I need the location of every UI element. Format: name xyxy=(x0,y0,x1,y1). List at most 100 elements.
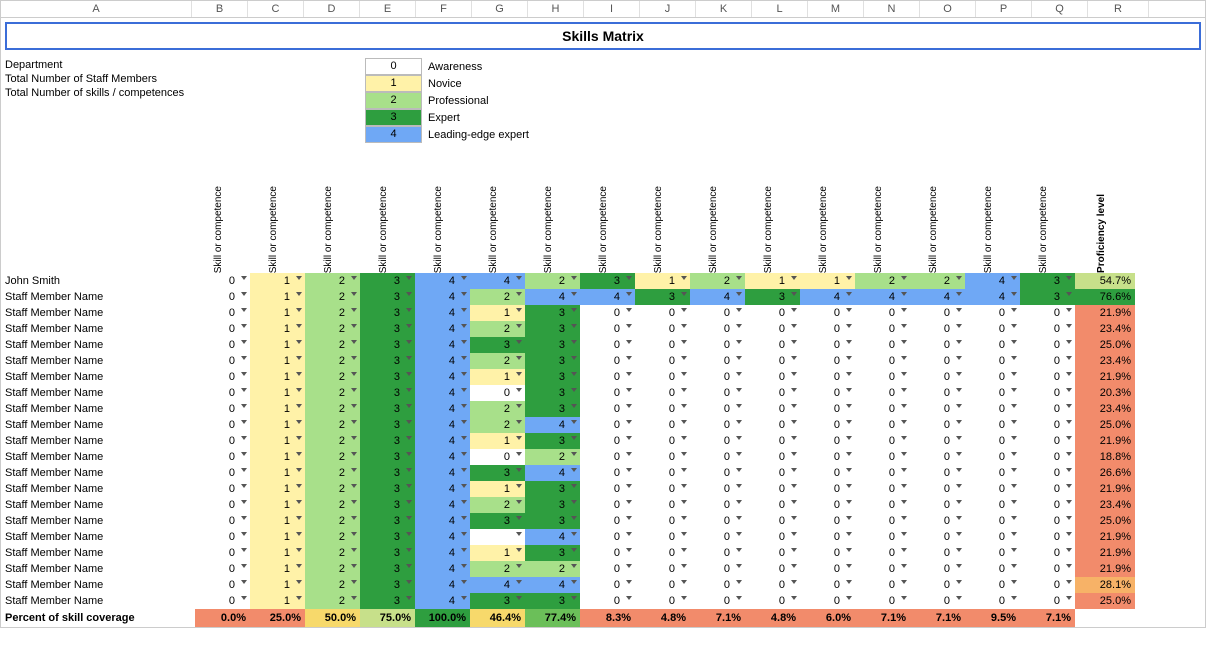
skill-cell[interactable]: 2 xyxy=(470,497,525,513)
skill-cell[interactable]: 2 xyxy=(305,353,360,369)
skill-cell[interactable]: 0 xyxy=(195,449,250,465)
skill-cell[interactable]: 0 xyxy=(910,401,965,417)
column-header-P[interactable]: P xyxy=(976,1,1032,17)
skill-cell[interactable]: 0 xyxy=(745,577,800,593)
skill-cell[interactable]: 0 xyxy=(800,577,855,593)
skill-cell[interactable]: 3 xyxy=(525,337,580,353)
skill-cell[interactable]: 0 xyxy=(1020,353,1075,369)
skill-cell[interactable]: 0 xyxy=(195,289,250,305)
skill-cell[interactable]: 0 xyxy=(855,481,910,497)
skill-cell[interactable]: 0 xyxy=(635,353,690,369)
skill-cell[interactable]: 3 xyxy=(525,433,580,449)
skill-cell[interactable]: 0 xyxy=(580,529,635,545)
skill-cell[interactable]: 0 xyxy=(195,577,250,593)
skill-cell[interactable]: 0 xyxy=(635,321,690,337)
skill-cell[interactable]: 0 xyxy=(1020,481,1075,497)
skill-cell[interactable]: 0 xyxy=(800,529,855,545)
skill-cell[interactable]: 4 xyxy=(470,273,525,289)
skill-cell[interactable]: 2 xyxy=(305,529,360,545)
skill-cell[interactable]: 0 xyxy=(635,465,690,481)
skill-cell[interactable]: 0 xyxy=(910,449,965,465)
skill-cell[interactable]: 3 xyxy=(360,529,415,545)
skill-cell[interactable]: 0 xyxy=(195,545,250,561)
skill-cell[interactable]: 0 xyxy=(855,369,910,385)
skill-cell[interactable]: 3 xyxy=(360,545,415,561)
skill-cell[interactable]: 3 xyxy=(635,289,690,305)
column-header-G[interactable]: G xyxy=(472,1,528,17)
skill-cell[interactable]: 0 xyxy=(745,353,800,369)
skill-cell[interactable]: 4 xyxy=(525,529,580,545)
skill-cell[interactable]: 2 xyxy=(305,465,360,481)
skill-cell[interactable]: 0 xyxy=(965,321,1020,337)
skill-cell[interactable]: 1 xyxy=(250,481,305,497)
skill-cell[interactable]: 0 xyxy=(745,337,800,353)
skill-cell[interactable]: 0 xyxy=(800,513,855,529)
skill-cell[interactable]: 0 xyxy=(965,513,1020,529)
skill-cell[interactable]: 4 xyxy=(415,385,470,401)
skill-cell[interactable]: 1 xyxy=(250,273,305,289)
skill-cell[interactable]: 0 xyxy=(855,529,910,545)
skill-cell[interactable]: 0 xyxy=(580,465,635,481)
skill-cell[interactable]: 3 xyxy=(360,289,415,305)
skill-cell[interactable]: 0 xyxy=(195,513,250,529)
skill-cell[interactable]: 0 xyxy=(470,449,525,465)
skill-cell[interactable]: 4 xyxy=(855,289,910,305)
skill-cell[interactable]: 0 xyxy=(965,337,1020,353)
skill-cell[interactable]: 4 xyxy=(415,513,470,529)
skill-cell[interactable]: 0 xyxy=(195,369,250,385)
skill-cell[interactable]: 0 xyxy=(690,401,745,417)
column-header-H[interactable]: H xyxy=(528,1,584,17)
skill-cell[interactable]: 3 xyxy=(525,385,580,401)
skill-cell[interactable]: 0 xyxy=(855,593,910,609)
skill-cell[interactable]: 3 xyxy=(360,369,415,385)
skill-cell[interactable]: 0 xyxy=(580,449,635,465)
skill-cell[interactable]: 0 xyxy=(745,561,800,577)
skill-cell[interactable]: 0 xyxy=(1020,513,1075,529)
skill-cell[interactable]: 0 xyxy=(800,417,855,433)
skill-cell[interactable]: 0 xyxy=(195,497,250,513)
skill-cell[interactable]: 0 xyxy=(635,513,690,529)
skill-cell[interactable]: 1 xyxy=(250,417,305,433)
column-header-Q[interactable]: Q xyxy=(1032,1,1088,17)
skill-cell[interactable]: 4 xyxy=(690,289,745,305)
skill-cell[interactable]: 2 xyxy=(305,561,360,577)
skill-cell[interactable]: 0 xyxy=(1020,497,1075,513)
skill-cell[interactable]: 2 xyxy=(305,449,360,465)
skill-cell[interactable]: 2 xyxy=(690,273,745,289)
skill-cell[interactable]: 2 xyxy=(305,497,360,513)
skill-cell[interactable]: 0 xyxy=(1020,529,1075,545)
skill-cell[interactable]: 0 xyxy=(690,481,745,497)
skill-cell[interactable]: 0 xyxy=(690,433,745,449)
skill-cell[interactable]: 0 xyxy=(800,433,855,449)
skill-cell[interactable]: 2 xyxy=(305,337,360,353)
skill-cell[interactable]: 0 xyxy=(965,417,1020,433)
skill-cell[interactable]: 0 xyxy=(910,577,965,593)
skill-cell[interactable]: 0 xyxy=(580,401,635,417)
skill-cell[interactable]: 1 xyxy=(745,273,800,289)
skill-cell[interactable]: 1 xyxy=(250,577,305,593)
skill-cell[interactable]: 0 xyxy=(910,337,965,353)
skill-cell[interactable]: 0 xyxy=(855,561,910,577)
skill-cell[interactable]: 3 xyxy=(1020,289,1075,305)
skill-cell[interactable]: 0 xyxy=(580,513,635,529)
skill-cell[interactable]: 0 xyxy=(965,561,1020,577)
skill-cell[interactable]: 0 xyxy=(800,593,855,609)
skill-cell[interactable]: 0 xyxy=(195,593,250,609)
skill-cell[interactable]: 0 xyxy=(195,529,250,545)
skill-cell[interactable]: 0 xyxy=(1020,577,1075,593)
skill-cell[interactable]: 3 xyxy=(525,593,580,609)
skill-cell[interactable]: 1 xyxy=(250,593,305,609)
skill-cell[interactable]: 0 xyxy=(855,337,910,353)
skill-cell[interactable]: 0 xyxy=(745,369,800,385)
skill-cell[interactable]: 1 xyxy=(250,337,305,353)
skill-cell[interactable]: 0 xyxy=(800,337,855,353)
skill-cell[interactable]: 4 xyxy=(525,417,580,433)
skill-cell[interactable]: 0 xyxy=(690,417,745,433)
skill-cell[interactable]: 0 xyxy=(965,577,1020,593)
skill-cell[interactable]: 0 xyxy=(690,513,745,529)
skill-cell[interactable]: 4 xyxy=(415,465,470,481)
column-header-J[interactable]: J xyxy=(640,1,696,17)
skill-cell[interactable]: 4 xyxy=(415,353,470,369)
skill-cell[interactable]: 0 xyxy=(1020,385,1075,401)
skill-cell[interactable]: 0 xyxy=(745,513,800,529)
